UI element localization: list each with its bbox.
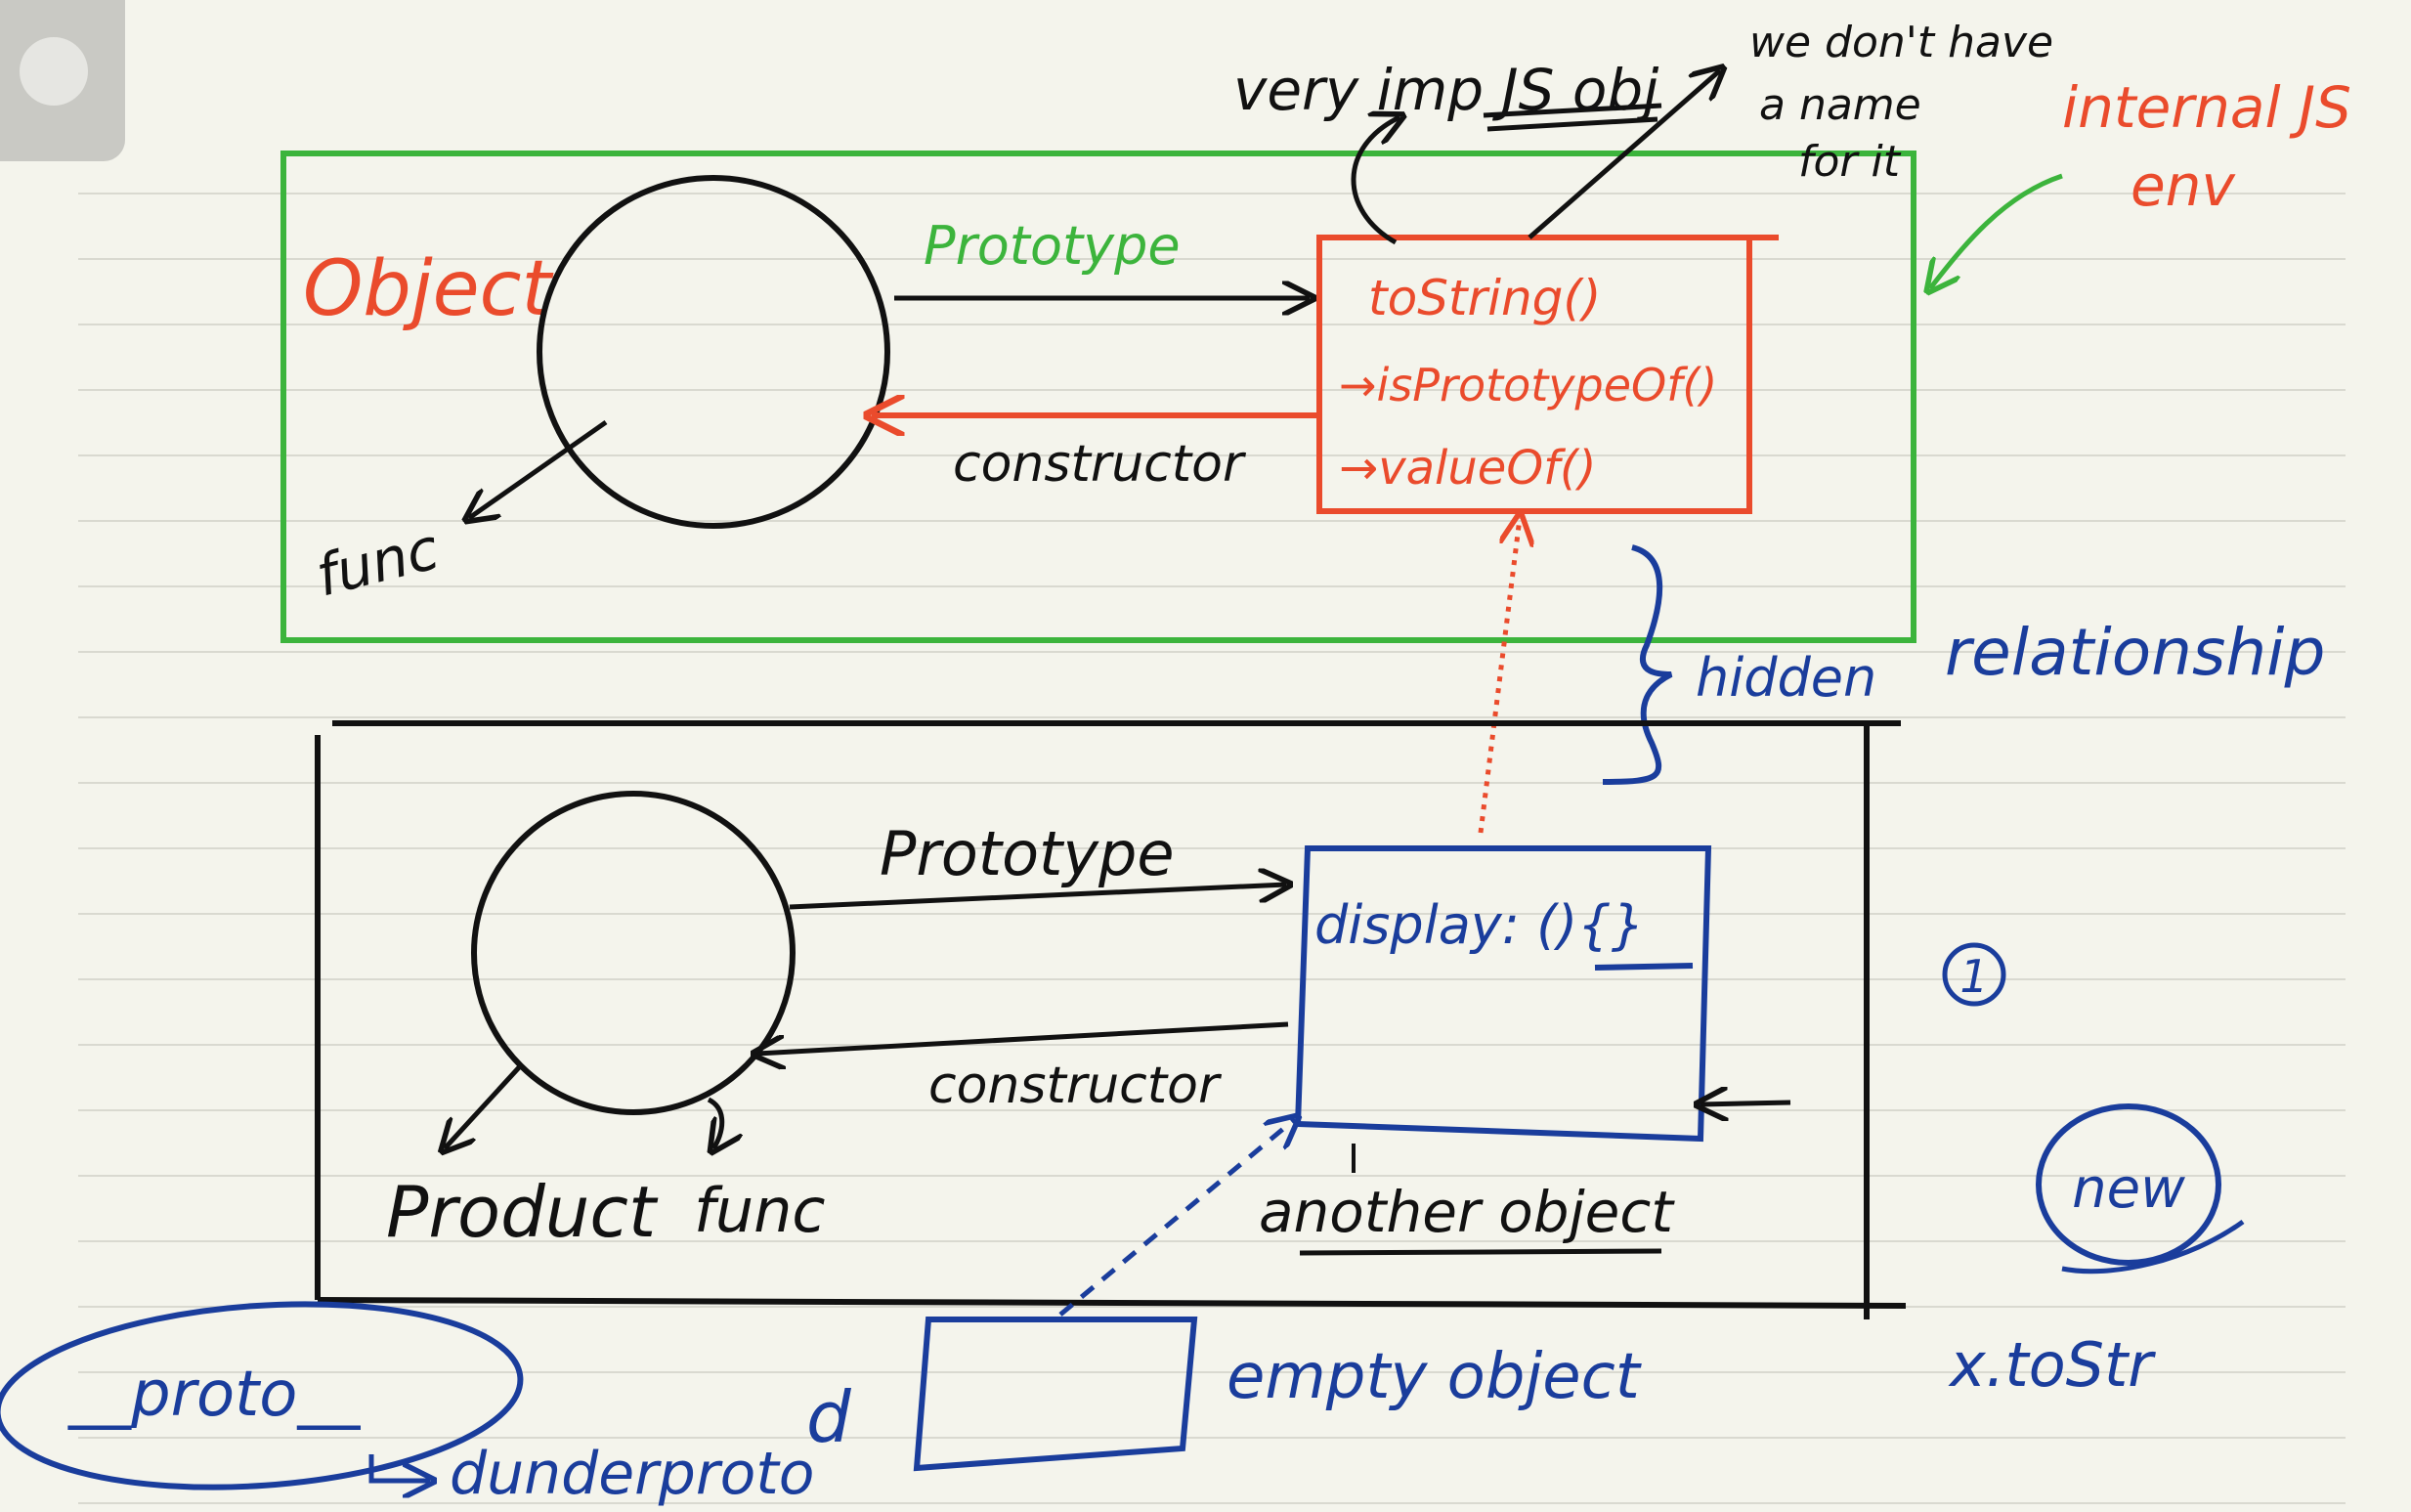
side-arrow	[1701, 1102, 1791, 1104]
empty-object-label: empty object	[1227, 1341, 1643, 1413]
another-object-label: another object	[1259, 1179, 1675, 1245]
curved-note-arrow	[1351, 117, 1399, 245]
to-string-note: x.toStr	[1948, 1329, 2156, 1401]
new-swoosh	[2061, 1219, 2245, 1274]
func-arrow-bottom	[709, 1097, 722, 1148]
section-bottom-line	[317, 1297, 1907, 1309]
new-label: new	[2072, 1157, 2185, 1221]
proto-label: __proto__	[67, 1359, 361, 1431]
note-a-name: a name	[1759, 80, 1921, 130]
hidden-label: hidden	[1696, 647, 1876, 709]
d-label: d	[806, 1376, 852, 1458]
method-tostring: toString()	[1368, 270, 1601, 326]
display-underline	[1594, 963, 1694, 971]
constructor-arrow-bottom	[757, 1021, 1289, 1054]
prototype-label-bottom: Prototype	[880, 818, 1175, 889]
circled-one: 1	[1959, 950, 1988, 1003]
empty-object-box	[913, 1317, 1198, 1472]
product-arrow	[445, 1063, 523, 1148]
ruled-lines	[78, 193, 2346, 1504]
method-valueof: →valueOf()	[1339, 441, 1596, 496]
whiteboard-canvas: Object func Prototype constructor toStri…	[0, 0, 2411, 1512]
another-object-underline	[1299, 1248, 1662, 1256]
prototype-label-top: Prototype	[924, 215, 1181, 277]
diagram: Object func Prototype constructor toStri…	[0, 18, 2351, 1508]
product-label: Product	[386, 1171, 659, 1253]
func-label-bottom: func	[694, 1175, 826, 1246]
object-constructor-circle	[537, 175, 890, 529]
hidden-brace	[1602, 544, 1673, 785]
another-object-box	[1294, 845, 1712, 1143]
constructor-label-top: constructor	[953, 435, 1247, 494]
note-very-imp: very imp JS obj	[1233, 57, 1659, 123]
product-constructor-circle	[471, 791, 796, 1115]
relationship-label: relationship	[1945, 615, 2325, 690]
display-label: display: (){}	[1314, 894, 1645, 956]
func-label-top: func	[310, 515, 446, 609]
object-label: Object	[303, 245, 553, 333]
note-we-dont-have: we don't have	[1749, 18, 2053, 67]
method-isprototypeof: →isPrototypeOf()	[1339, 359, 1717, 411]
hidden-link-arrow	[1478, 518, 1520, 834]
internal-js-label: internal JS	[2062, 74, 2351, 141]
dunder-label: dunderproto	[450, 1440, 815, 1508]
constructor-label-bottom: constructor	[928, 1057, 1223, 1115]
note-for-it: for it	[1798, 137, 1902, 187]
env-label: env	[2131, 152, 2236, 219]
